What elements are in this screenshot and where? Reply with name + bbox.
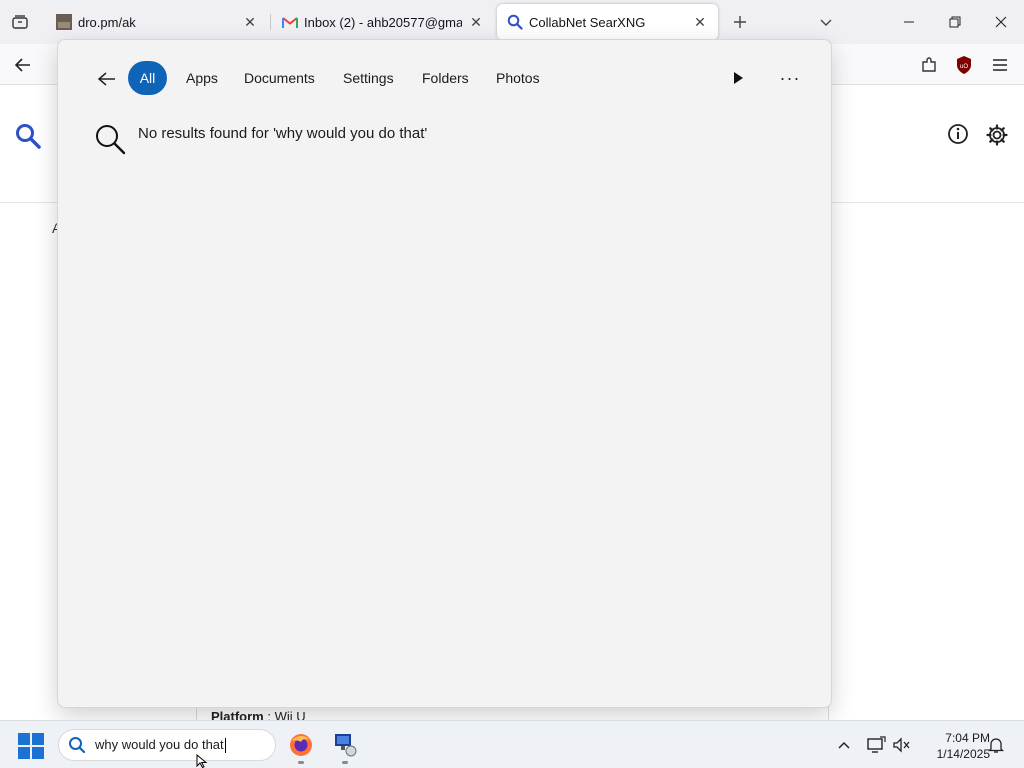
app-running-indicator [298,761,304,764]
play-icon[interactable] [726,66,750,90]
clock-time: 7:04 PM [945,731,990,745]
tab-list-icon[interactable] [8,10,32,34]
gmail-icon [282,14,298,30]
result-card: Platform : Wii U [196,706,829,720]
search-icon [67,735,87,755]
system-clock[interactable]: 7:04 PM 1/14/2025 [916,730,990,762]
taskbar-search-input[interactable]: why would you do that [95,737,226,754]
firefox-icon[interactable] [287,731,315,759]
tab-close-icon[interactable]: ✕ [692,14,708,30]
tab-separator [270,14,271,30]
image-favicon-icon [56,14,72,30]
tab-title: dro.pm/ak [78,14,136,30]
filter-photos[interactable]: Photos [482,61,554,95]
mouse-cursor-icon [196,753,208,768]
taskbar-search-box[interactable]: why would you do that [58,729,276,761]
back-arrow-icon[interactable] [94,66,120,92]
ublock-shield-icon[interactable]: uO [951,52,977,78]
no-results-message: No results found for 'why would you do t… [138,125,428,142]
tab-close-icon[interactable]: ✕ [242,14,258,30]
search-icon [94,123,126,160]
gear-icon[interactable] [985,123,1009,152]
app-running-indicator [342,761,348,764]
tab-close-icon[interactable]: ✕ [468,14,484,30]
notification-bell-icon[interactable] [986,735,1006,755]
windows-taskbar: why would you do that 7:04 PM 1/14/2025 [0,720,1024,768]
restore-icon[interactable] [932,0,978,44]
volume-muted-icon[interactable] [892,735,912,755]
minimize-icon[interactable] [886,0,932,44]
windows-start-icon[interactable] [18,733,44,759]
windows-search-flyout: All Apps Documents Settings Folders Phot… [57,39,832,708]
search-icon [507,14,523,30]
tab-title: Inbox (2) - ahb20577@gmail.com [304,14,462,30]
result-platform-line: Platform : Wii U [211,709,306,720]
back-arrow-icon[interactable] [10,52,36,78]
filter-folders[interactable]: Folders [408,61,483,95]
remote-desktop-icon[interactable] [331,731,359,759]
filter-settings[interactable]: Settings [329,61,408,95]
chevron-up-icon[interactable] [834,735,854,755]
tab-gmail-inbox[interactable]: Inbox (2) - ahb20577@gmail.com ✕ [272,4,494,40]
more-options-icon[interactable]: ··· [778,66,802,90]
info-icon[interactable] [947,123,969,150]
tab-dro-pm[interactable]: dro.pm/ak ✕ [46,4,268,40]
filter-documents[interactable]: Documents [230,61,329,95]
chevron-down-icon[interactable] [814,10,838,34]
svg-text:uO: uO [960,64,968,70]
search-icon[interactable] [14,122,42,155]
filter-apps[interactable]: Apps [172,61,232,95]
platform-separator: : [263,709,275,720]
tab-collabnet-searxng[interactable]: CollabNet SearXNG ✕ [497,4,718,40]
platform-value: Wii U [274,709,306,720]
new-tab-plus-icon[interactable] [728,10,752,34]
browser-tab-bar: dro.pm/ak ✕ Inbox (2) - ahb20577@gmail.c… [0,0,1024,44]
tab-title: CollabNet SearXNG [529,14,646,30]
extensions-icon[interactable] [916,52,942,78]
network-icon[interactable] [866,735,886,755]
clock-date: 1/14/2025 [936,747,990,761]
filter-all[interactable]: All [128,61,167,95]
close-icon[interactable] [978,0,1024,44]
platform-label: Platform [211,709,264,720]
hamburger-menu-icon[interactable] [987,52,1013,78]
